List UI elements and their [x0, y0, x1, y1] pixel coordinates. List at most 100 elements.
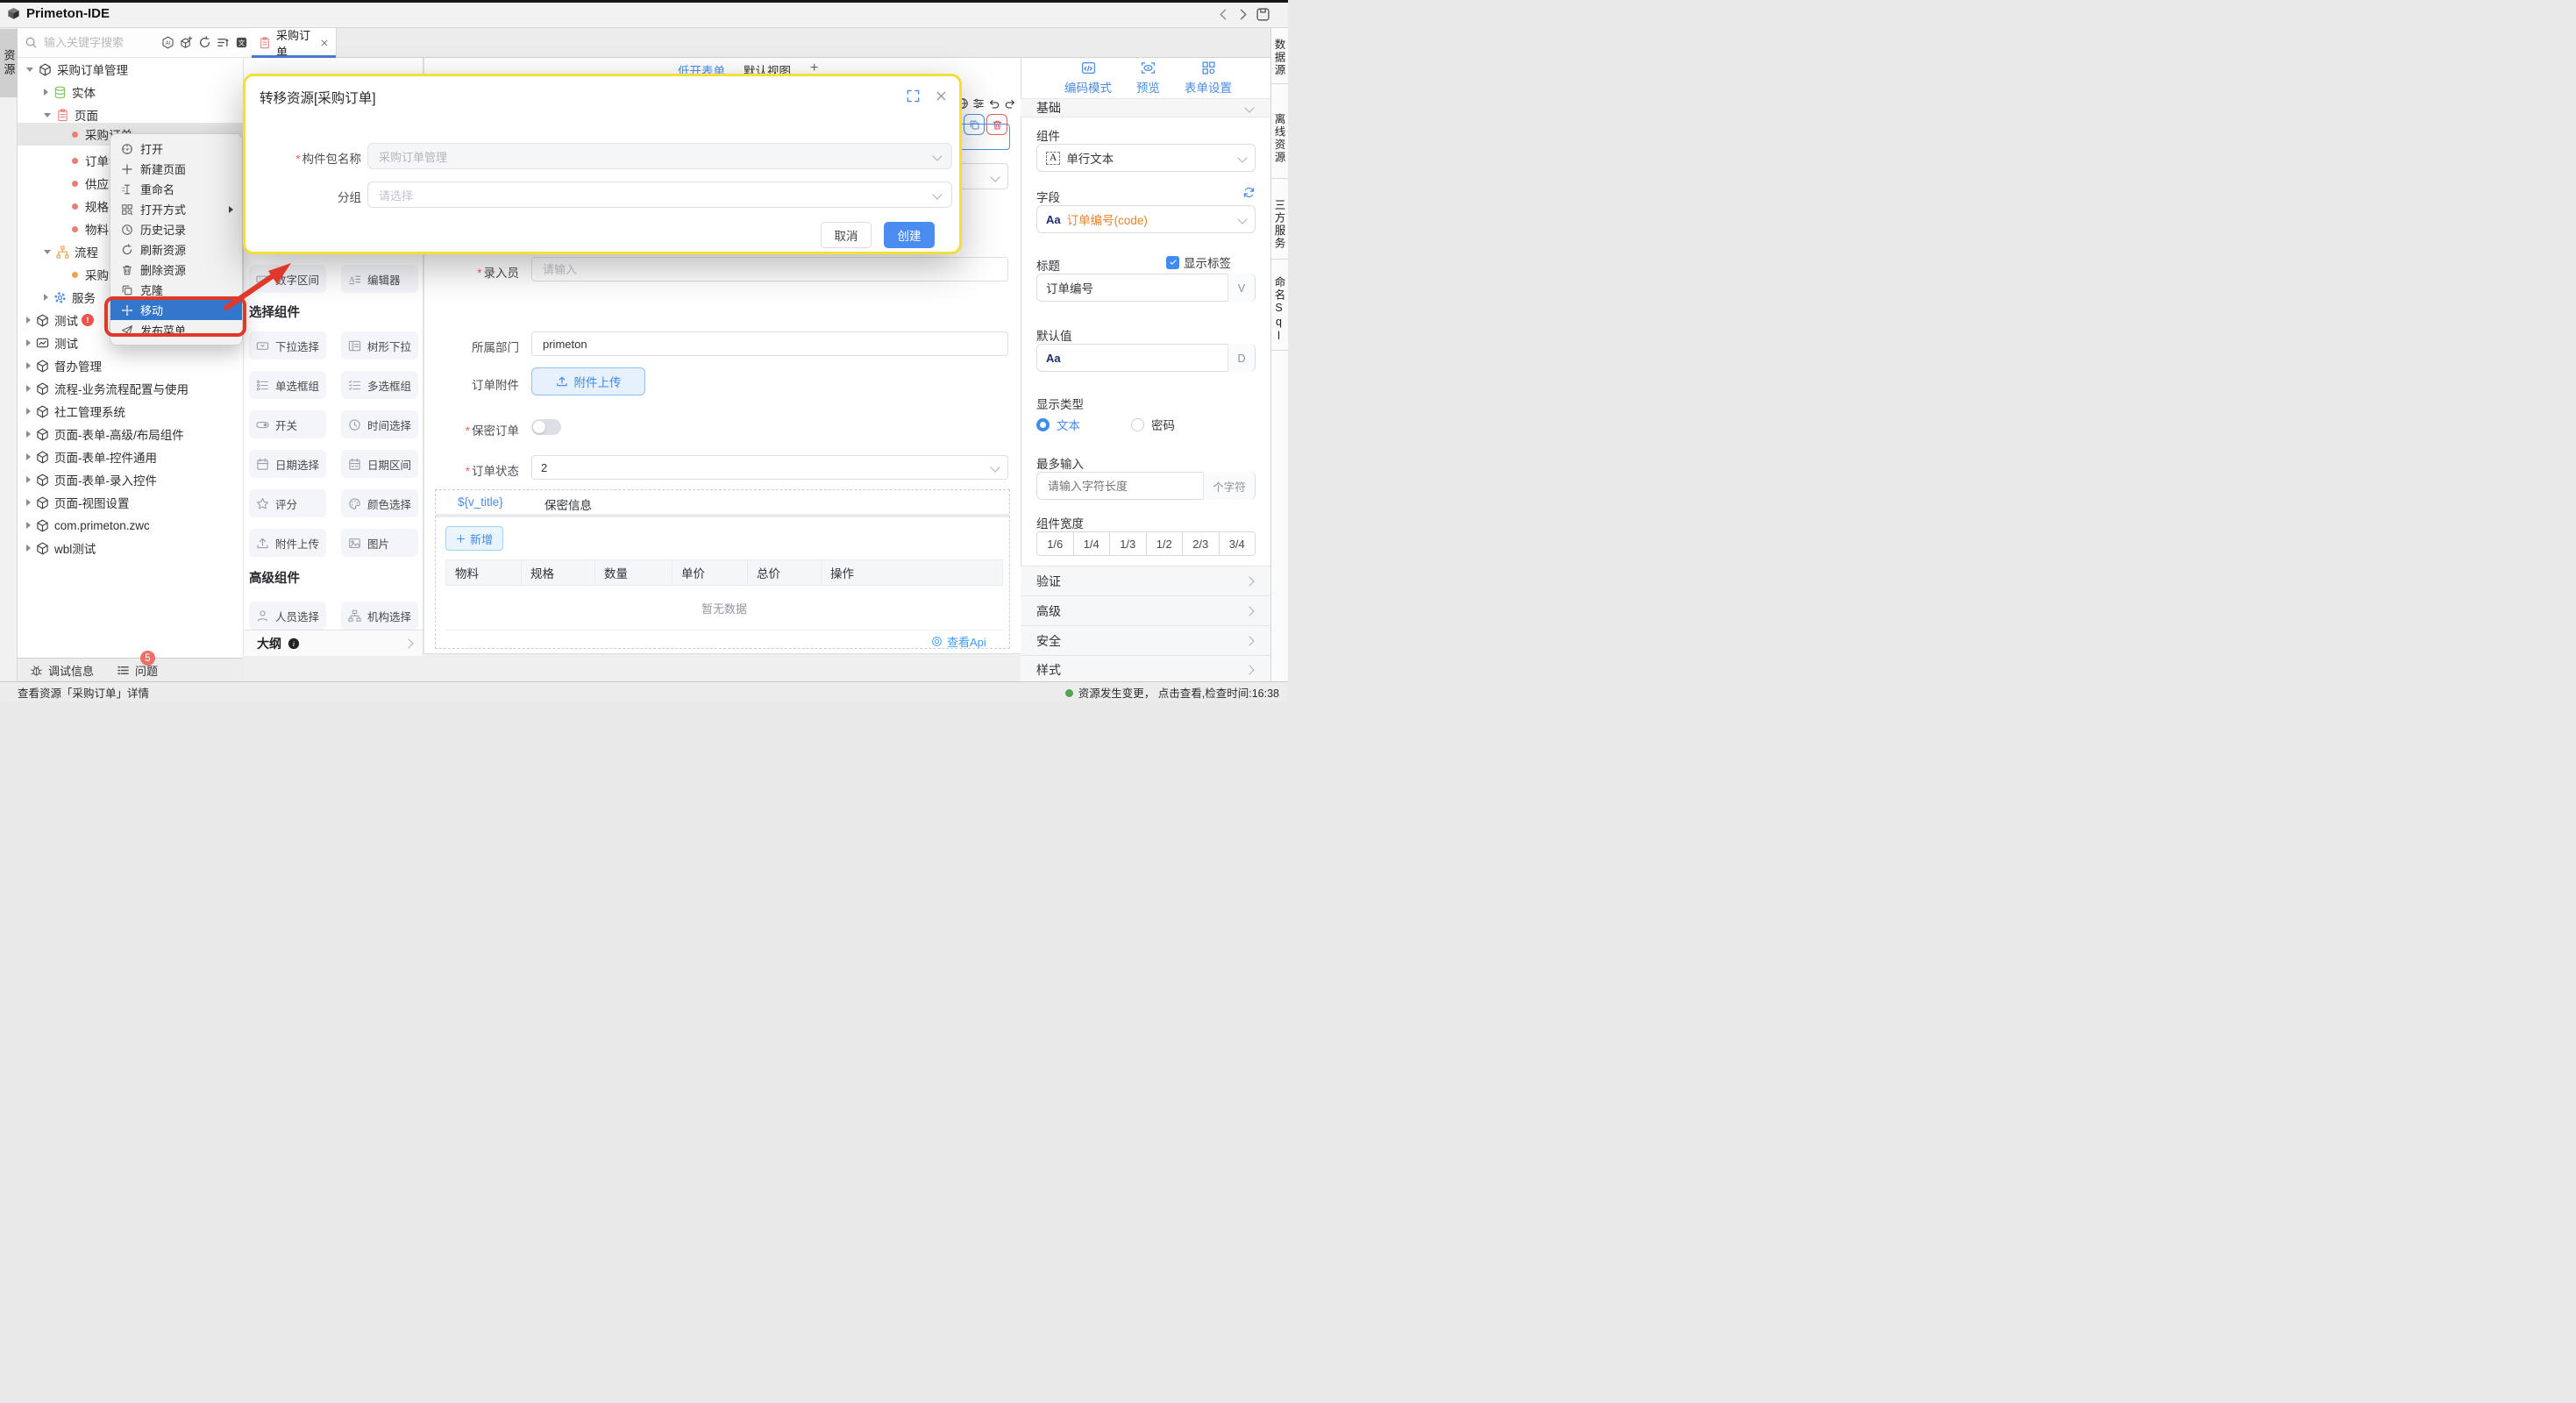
menu-item-rename[interactable]: 重命名 [110, 179, 242, 199]
tree-item-view-settings[interactable]: 页面-视图设置 [18, 491, 243, 514]
subform-add-button[interactable]: 新增 [445, 526, 503, 551]
entry-person-input[interactable] [531, 257, 1008, 281]
palette-item-editor[interactable]: 编辑器 [341, 265, 418, 293]
cancel-button[interactable]: 取消 [821, 222, 872, 248]
caret-right-icon[interactable] [26, 431, 31, 438]
preview-button[interactable]: 预览 [1136, 61, 1160, 96]
subform-tab-secret[interactable]: 保密信息 [544, 495, 592, 513]
save-icon[interactable] [1256, 7, 1270, 22]
order-status-select[interactable]: 2 [531, 455, 1008, 480]
radio-password-option[interactable]: 密码 [1131, 416, 1175, 433]
tree-item-form-advanced[interactable]: 页面-表单-高级/布局组件 [18, 423, 243, 445]
section-basic-header[interactable]: 基础 [1021, 98, 1270, 118]
component-select[interactable]: A单行文本 [1036, 144, 1256, 172]
rail-tab-datasource[interactable]: 数据源 [1270, 32, 1288, 84]
radio-text-option[interactable]: 文本 [1036, 416, 1080, 433]
palette-item-org-select[interactable]: 机构选择 [341, 602, 418, 630]
tree-item-bizflow[interactable]: 流程-业务流程配置与使用 [18, 377, 243, 400]
form-settings-button[interactable]: 表单设置 [1185, 61, 1232, 96]
close-icon[interactable] [935, 89, 948, 103]
palette-item-user-select[interactable]: 人员选择 [249, 602, 326, 630]
caret-right-icon[interactable] [44, 89, 48, 96]
department-input[interactable] [531, 331, 1008, 356]
status-right[interactable]: 资源发生变更， 点击查看,检查时间:16:38 [1065, 684, 1279, 701]
caret-right-icon[interactable] [26, 385, 31, 392]
secret-order-toggle[interactable] [531, 419, 561, 435]
group-select[interactable]: 请选择 [367, 182, 952, 208]
width-option-1-2[interactable]: 1/2 [1147, 532, 1184, 555]
caret-down-icon[interactable] [26, 68, 33, 72]
rail-tab-offline-resources[interactable]: 离线资源 [1270, 98, 1288, 179]
default-value-input[interactable]: AaD [1036, 344, 1256, 372]
translate-icon[interactable] [235, 36, 248, 49]
tree-item-form-common[interactable]: 页面-表单-控件通用 [18, 445, 243, 468]
radio-unselected-icon[interactable] [1131, 418, 1144, 431]
width-option-1-4[interactable]: 1/4 [1074, 532, 1111, 555]
code-mode-button[interactable]: 编码模式 [1064, 61, 1112, 96]
menu-item-open-with[interactable]: 打开方式 [110, 199, 242, 219]
rail-tab-named-sql[interactable]: 命名Sql [1270, 270, 1288, 351]
field-select[interactable]: Aa订单编号(code) [1036, 205, 1256, 233]
palette-item-upload[interactable]: 附件上传 [249, 529, 326, 557]
max-input[interactable]: 个字符 [1036, 472, 1256, 500]
caret-right-icon[interactable] [26, 339, 31, 346]
palette-item-tree-select[interactable]: 树形下拉 [341, 331, 418, 360]
caret-right-icon[interactable] [26, 476, 31, 483]
caret-right-icon[interactable] [26, 317, 31, 324]
package-name-select[interactable]: 采购订单管理 [367, 143, 952, 169]
create-button[interactable]: 创建 [884, 222, 935, 248]
title-input[interactable]: 订单编号V [1036, 274, 1256, 302]
rail-tab-third-party-services[interactable]: 三方服务 [1270, 189, 1288, 260]
tree-item-entity[interactable]: 实体 [18, 81, 243, 103]
accordion-advanced[interactable]: 高级 [1021, 595, 1270, 625]
history-back-icon[interactable] [1217, 8, 1230, 21]
width-option-2-3[interactable]: 2/3 [1183, 532, 1220, 555]
palette-item-dropdown[interactable]: 下拉选择 [249, 331, 326, 360]
max-input-field[interactable] [1046, 479, 1197, 494]
palette-item-rate[interactable]: 评分 [249, 489, 326, 517]
checkbox-checked-icon[interactable] [1166, 256, 1179, 269]
tree-item-wbl-test[interactable]: wbl测试 [18, 537, 243, 559]
show-label-checkbox-row[interactable]: 显示标签 [1166, 253, 1231, 271]
caret-right-icon[interactable] [44, 294, 48, 301]
sort-filter-icon[interactable] [217, 36, 230, 49]
undo-icon[interactable] [988, 97, 1000, 110]
tree-item-social-mgmt[interactable]: 社工管理系统 [18, 400, 243, 423]
variable-suffix-button[interactable]: V [1228, 274, 1255, 302]
palette-item-checkbox-group[interactable]: 多选框组 [341, 371, 418, 399]
accordion-security[interactable]: 安全 [1021, 625, 1270, 655]
palette-item-radio-group[interactable]: 单选框组 [249, 371, 326, 399]
ai-icon[interactable] [161, 36, 174, 49]
caret-right-icon[interactable] [26, 362, 31, 369]
caret-right-icon[interactable] [26, 522, 31, 529]
caret-down-icon[interactable] [44, 113, 51, 118]
subform-tab-variable[interactable]: ${v_title} [458, 495, 503, 509]
radio-selected-icon[interactable] [1036, 418, 1050, 431]
tree-item-form-input[interactable]: 页面-表单-录入控件 [18, 468, 243, 491]
palette-item-switch[interactable]: 开关 [249, 410, 326, 438]
field-settings-icon[interactable] [972, 97, 985, 110]
maximize-icon[interactable] [907, 89, 920, 103]
caret-down-icon[interactable] [44, 250, 51, 254]
tree-item-zwc[interactable]: com.primeton.zwc [18, 514, 243, 537]
outline-bar[interactable]: 大纲 [243, 630, 423, 656]
department-input-field[interactable] [541, 337, 999, 352]
entry-person-input-field[interactable] [541, 262, 999, 277]
tree-item-purchase-order-mgmt[interactable]: 采购订单管理 [18, 58, 243, 81]
close-tab-icon[interactable] [320, 39, 329, 47]
width-option-1-6[interactable]: 1/6 [1037, 532, 1074, 555]
caret-right-icon[interactable] [26, 408, 31, 415]
menu-item-open[interactable]: 打开 [110, 139, 242, 159]
caret-right-icon[interactable] [26, 453, 31, 460]
palette-item-date-range[interactable]: 日期区间 [341, 450, 418, 478]
refresh-tree-icon[interactable] [198, 36, 211, 49]
attachment-upload-button[interactable]: 附件上传 [531, 367, 645, 395]
view-api-link[interactable]: 查看Api [931, 633, 986, 650]
palette-item-date[interactable]: 日期选择 [249, 450, 326, 478]
palette-item-color[interactable]: 颜色选择 [341, 489, 418, 517]
width-option-3-4[interactable]: 3/4 [1220, 532, 1256, 555]
accordion-validation[interactable]: 验证 [1021, 566, 1270, 595]
add-package-icon[interactable] [180, 36, 193, 49]
debug-info-button[interactable]: 调试信息 [30, 662, 94, 679]
palette-item-image[interactable]: 图片 [341, 529, 418, 557]
